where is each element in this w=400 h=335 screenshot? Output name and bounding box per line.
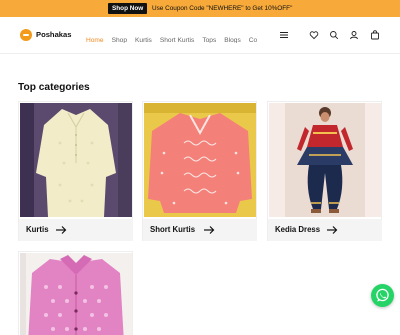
category-caption: Kedia Dress <box>268 219 382 241</box>
shop-now-button[interactable]: Shop Now <box>108 3 148 14</box>
category-image-kedia-dress[interactable] <box>269 103 381 217</box>
main-nav: Home Shop Kurtis Short Kurtis Tops Blogs Co <box>86 29 273 43</box>
nav-fade <box>255 25 275 45</box>
category-caption: Short Kurtis <box>143 219 257 241</box>
arrow-right-icon[interactable] <box>55 224 67 236</box>
category-image-4[interactable] <box>20 253 132 335</box>
menu-icon[interactable] <box>279 30 289 40</box>
category-card-kedia-dress[interactable]: Kedia Dress <box>267 101 382 241</box>
search-icon[interactable] <box>329 30 339 40</box>
arrow-right-icon[interactable] <box>203 224 215 236</box>
whatsapp-icon <box>376 288 389 302</box>
category-image-kurtis[interactable] <box>20 103 132 217</box>
nav-item-kurtis[interactable]: Kurtis <box>135 35 152 43</box>
nav-item-tops[interactable]: Tops <box>202 35 216 43</box>
brand-name[interactable]: Poshakas <box>36 29 71 41</box>
promo-text: Use Coupon Code "NEWHERE" to Get 10%OFF" <box>152 5 293 12</box>
nav-item-shop[interactable]: Shop <box>112 35 127 43</box>
category-label-kurtis[interactable]: Kurtis <box>26 224 49 236</box>
category-card-short-kurtis[interactable]: Short Kurtis <box>142 101 257 241</box>
arrow-right-icon[interactable] <box>326 224 338 236</box>
site-header: Poshakas Home Shop Kurtis Short Kurtis Tops B… <box>0 17 400 54</box>
announcement-bar: Shop Now Use Coupon Code "NEWHERE" to Ge… <box>0 0 400 17</box>
category-card-4[interactable] <box>18 251 133 335</box>
category-label-short-kurtis[interactable]: Short Kurtis <box>150 224 195 236</box>
whatsapp-chat-button[interactable] <box>371 284 394 307</box>
nav-item-short-kurtis[interactable]: Short Kurtis <box>160 35 194 43</box>
nav-item-blogs[interactable]: Blogs <box>224 35 241 43</box>
category-image-short-kurtis[interactable] <box>144 103 256 217</box>
brand-logo-icon[interactable] <box>20 29 32 41</box>
category-card-kurtis[interactable]: Kurtis <box>18 101 133 241</box>
account-icon[interactable] <box>349 30 359 40</box>
cart-bag-icon[interactable] <box>370 30 380 40</box>
section-title: Top categories <box>18 82 90 93</box>
wishlist-heart-icon[interactable] <box>309 30 319 40</box>
category-label-kedia-dress[interactable]: Kedia Dress <box>275 224 320 236</box>
category-caption: Kurtis <box>19 219 133 241</box>
nav-item-home[interactable]: Home <box>86 35 104 43</box>
